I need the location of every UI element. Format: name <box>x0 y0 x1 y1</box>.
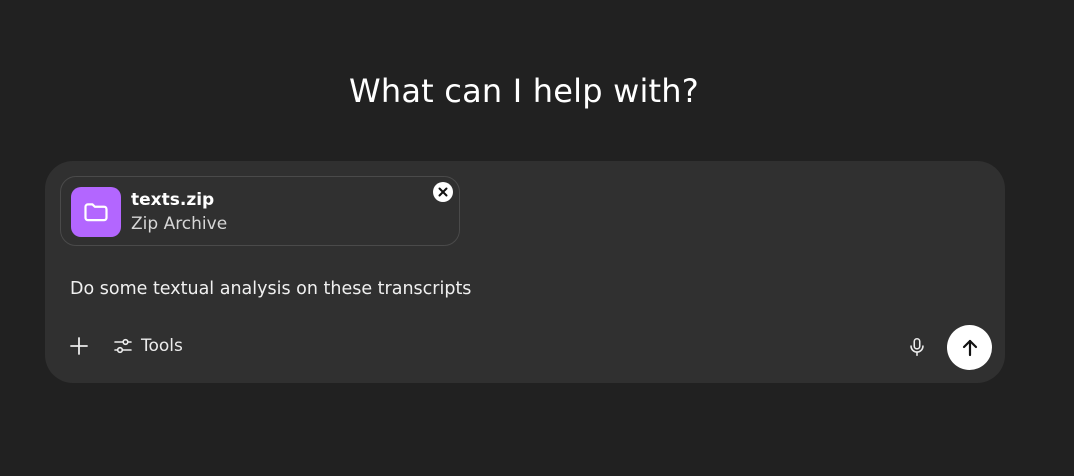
attachment-file-type: Zip Archive <box>131 214 228 234</box>
send-button[interactable] <box>947 325 992 370</box>
message-composer: texts.zip Zip Archive Do some textual an… <box>45 161 1005 383</box>
arrow-up-icon <box>962 339 977 356</box>
file-icon-tile <box>71 187 121 237</box>
sliders-icon <box>114 338 132 354</box>
attachment-file-name: texts.zip <box>131 190 215 210</box>
tools-label: Tools <box>141 336 183 356</box>
tools-button[interactable]: Tools <box>113 332 183 360</box>
chat-home-page: What can I help with? texts.zip Zip Arch… <box>0 0 1074 476</box>
close-icon <box>438 187 448 197</box>
microphone-button[interactable] <box>903 333 931 361</box>
add-button[interactable] <box>65 332 93 360</box>
remove-attachment-button[interactable] <box>433 182 453 202</box>
page-heading: What can I help with? <box>349 72 699 110</box>
attachment-card[interactable]: texts.zip Zip Archive <box>60 176 460 246</box>
plus-icon <box>70 337 88 355</box>
microphone-icon <box>910 337 924 357</box>
folder-icon <box>84 203 108 222</box>
prompt-input[interactable]: Do some textual analysis on these transc… <box>70 279 471 299</box>
